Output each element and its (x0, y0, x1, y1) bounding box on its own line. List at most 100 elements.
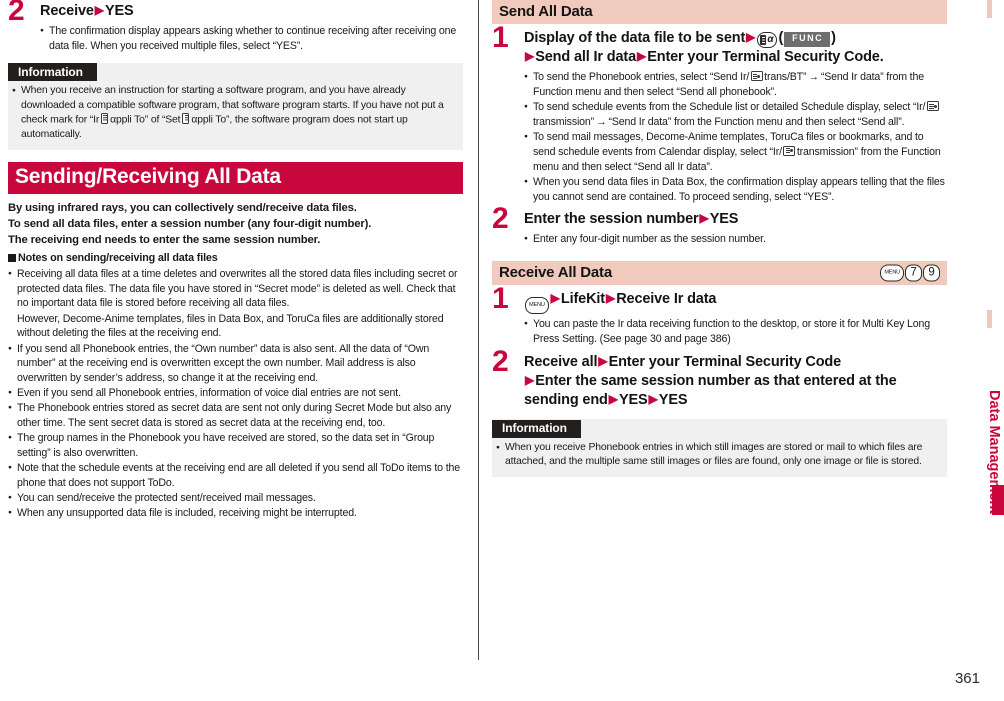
i-glyph-icon (760, 35, 767, 45)
arrow-icon: ▶ (636, 49, 647, 64)
list-item: Receiving all data files at a time delet… (8, 267, 463, 311)
numeric-key-7-icon[interactable]: 7 (905, 264, 922, 282)
step-heading-line3-a: sending end (524, 392, 608, 409)
numeric-key-9-icon[interactable]: 9 (923, 264, 940, 282)
step-bullet-list: To send the Phonebook entries, select “S… (524, 70, 947, 204)
arrow-icon: ▶ (648, 392, 658, 407)
bullet-text-post: “Send Ir data” from the Function menu an… (608, 115, 905, 128)
column-divider (478, 0, 479, 660)
notes-list: Receiving all data files at a time delet… (8, 267, 463, 521)
side-tab-marker (992, 485, 1004, 515)
step-heading-line2: ▶Send all Ir data▶Enter your Terminal Se… (524, 48, 947, 67)
list-item: When you receive an instruction for star… (12, 84, 458, 142)
step-number: 2 (8, 0, 25, 27)
arrow-icon: ▶ (699, 211, 709, 226)
ic-chip-icon (750, 71, 763, 82)
arrow-icon: ▶ (746, 30, 756, 44)
list-item: When you receive Phonebook entries in wh… (496, 441, 942, 470)
step-number: 1 (492, 282, 509, 316)
list-item: When any unsupported data file is includ… (8, 506, 463, 521)
bullet-text-pre: To send the Phonebook entries, select “S… (533, 71, 750, 84)
right-arrow-icon: → (596, 115, 607, 128)
bullet-text-mid: trans/BT” (764, 71, 807, 84)
arrow-icon: ▶ (525, 372, 535, 387)
step-heading-part-b: Receive Ir data (616, 291, 717, 308)
intro-line: To send all data files, enter a session … (8, 217, 372, 230)
step-heading-line2: ▶Enter the same session number as that e… (524, 372, 947, 391)
list-item: When you send data files in Data Box, th… (524, 175, 947, 204)
left-column: 2 Receive▶YES The confirmation display a… (8, 0, 463, 522)
step-heading-line1-a: Receive all (524, 353, 598, 370)
arrow-icon: ▶ (608, 392, 618, 407)
step-heading: Receive▶YES (40, 2, 463, 21)
arrow-icon: ▶ (598, 353, 608, 368)
notes-subheading-label: Notes on sending/receiving all data file… (18, 251, 218, 264)
i-alpha-func-key-icon: α (757, 32, 778, 48)
step-bullet-list: Enter any four-digit number as the sessi… (524, 232, 947, 247)
step-heading: Display of the data file to be sent▶ α(FU… (524, 29, 947, 67)
receive-step-2: 2 Receive all▶Enter your Terminal Securi… (492, 346, 947, 410)
chapter-banner: Sending/Receiving All Data (8, 161, 463, 194)
page-number: 361 (954, 670, 980, 687)
right-column: Send All Data 1 Display of the data file… (492, 0, 947, 478)
information-tag: Information (492, 419, 581, 438)
step-heading-part1: Receive (40, 3, 94, 19)
information-panel: Information When you receive an instruct… (8, 62, 463, 150)
step-bullet-list: You can paste the Ir data receiving func… (524, 317, 947, 346)
step-heading-part1: Enter the session number (524, 211, 699, 228)
step-heading-part2: YES (105, 3, 134, 19)
arrow-icon: ▶ (94, 3, 105, 17)
menu-key-icon[interactable]: MENU (880, 264, 904, 282)
alpha-glyph: α (767, 34, 774, 45)
paren-open: ( (778, 30, 784, 46)
step-heading: Receive all▶Enter your Terminal Security… (524, 353, 947, 410)
intro-paragraph: By using infrared rays, you can collecti… (8, 200, 463, 248)
intro-line: The receiving end needs to enter the sam… (8, 233, 321, 246)
step-heading-part2: YES (709, 211, 739, 228)
bullet-text-mid: transmission” (533, 115, 595, 128)
step-heading-part-b: Enter your Terminal Security Code. (647, 49, 884, 66)
step-heading-text: Display of the data file to be sent (524, 30, 746, 46)
send-step-2: 2 Enter the session number▶YES Enter any… (492, 204, 947, 247)
step-heading-line3-c: YES (658, 392, 688, 409)
information-panel: Information When you receive Phonebook e… (492, 419, 947, 478)
side-marker-top (987, 0, 992, 18)
section-title: Send All Data (499, 3, 593, 20)
i-appli-icon (101, 112, 109, 124)
list-item: Even if you send all Phonebook entries, … (8, 386, 463, 401)
ic-chip-icon (783, 145, 796, 156)
step-number: 2 (492, 202, 509, 236)
step-number: 1 (492, 21, 509, 54)
step-heading: Enter the session number▶YES (524, 210, 947, 229)
send-step-1: 1 Display of the data file to be sent▶ α(… (492, 23, 947, 204)
shortcut-keys: MENU 7 9 (880, 264, 940, 282)
notes-subheading: Notes on sending/receiving all data file… (8, 252, 463, 264)
step-heading-line1-b: Enter your Terminal Security Code (608, 353, 842, 370)
square-bullet-icon (8, 253, 16, 262)
paren-close: ) (831, 30, 836, 46)
information-tag: Information (8, 63, 97, 82)
list-item: If you send all Phonebook entries, the “… (8, 342, 463, 386)
step-heading-part-a: Send all Ir data (535, 49, 636, 66)
bullet-text-pre: To send schedule events from the Schedul… (533, 101, 926, 114)
step-heading-line3: sending end▶YES▶YES (524, 391, 947, 410)
section-header-send-all-data: Send All Data (492, 0, 947, 24)
intro-line: By using infrared rays, you can collecti… (8, 201, 357, 214)
section-header-receive-all-data: Receive All Data MENU 7 9 (492, 261, 947, 286)
side-marker-mid (987, 310, 992, 328)
information-bullet-list: When you receive an instruction for star… (12, 84, 458, 142)
func-label: FUNC (784, 31, 831, 47)
list-item: The group names in the Phonebook you hav… (8, 431, 463, 460)
information-bullet-list: When you receive Phonebook entries in wh… (496, 441, 942, 470)
step-heading-line2-text: Enter the same session number as that en… (535, 372, 897, 389)
list-item: However, Decome-Anime templates, files i… (17, 312, 444, 340)
list-item: To send schedule events from the Schedul… (524, 100, 947, 129)
arrow-icon: ▶ (525, 49, 535, 64)
step-number: 2 (492, 344, 509, 378)
step-heading-line3-b: YES (618, 392, 648, 409)
ic-chip-icon (926, 101, 939, 112)
step-heading-part-a: LifeKit (560, 291, 605, 308)
menu-key-icon[interactable]: MENU (525, 297, 549, 315)
section-title: Receive All Data (499, 264, 612, 282)
